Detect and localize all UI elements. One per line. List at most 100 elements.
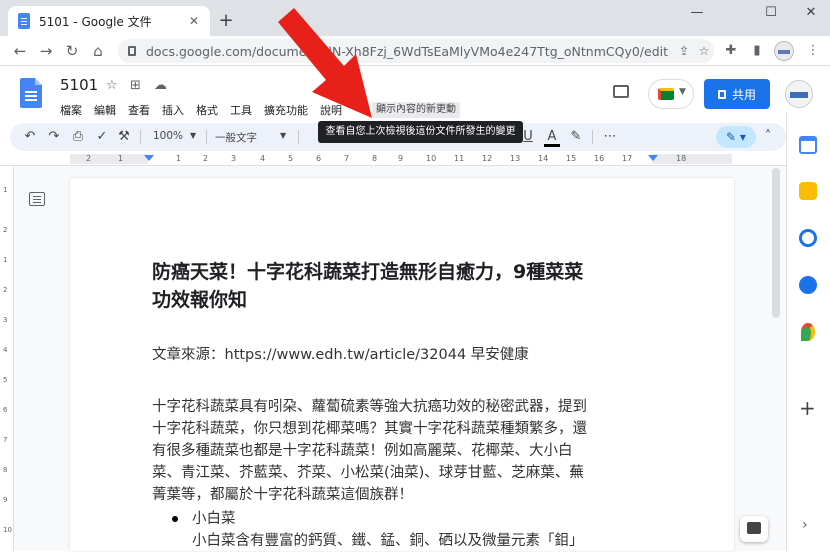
toolbar-divider [206,130,207,144]
horizontal-ruler[interactable]: 2 1 1 2 3 4 5 6 7 8 9 10 11 12 13 14 15 … [0,152,786,166]
explore-icon[interactable] [740,516,768,542]
maps-icon[interactable] [801,323,815,341]
editing-mode-button[interactable]: ✎ ▾ [716,126,756,148]
url-text: docs.google.com/documen wlN-Xh8Fzj_6WdTs… [146,43,669,59]
address-bar[interactable]: docs.google.com/documen wlN-Xh8Fzj_6WdTs… [118,39,714,63]
ruler-number: 3 [3,316,8,324]
cloud-saved-icon[interactable]: ☁ [154,78,167,93]
ruler-number: 9 [398,154,404,163]
undo-icon[interactable]: ↶ [22,129,38,145]
side-panel: + › [786,112,830,551]
style-select[interactable]: 一般文字 [215,130,257,145]
browser-tab[interactable]: 5101 - Google 文件 ✕ [8,6,210,36]
document-page[interactable]: 防癌天菜！十字花科蔬菜打造無形自癒力，9種菜菜 功效報你知 文章來源：https… [70,178,734,551]
vertical-ruler[interactable]: 1 2 1 2 3 4 5 6 7 8 9 10 [0,166,14,551]
source-line[interactable]: 文章來源：https://www.edh.tw/article/32044 早安… [152,344,529,366]
chevron-down-icon[interactable]: ▼ [190,131,196,140]
chevron-up-icon[interactable]: ˄ [760,129,776,145]
comment-history-icon[interactable] [613,85,629,98]
back-icon[interactable]: ← [10,41,30,61]
ruler-number: 8 [3,466,8,474]
menu-help[interactable]: 說明 [320,102,342,118]
paint-format-icon[interactable]: ⚒ [116,129,132,145]
paragraph-line[interactable]: 菁葉等，都屬於十字花科蔬菜這個族群！ [152,484,413,506]
browser-menu-icon[interactable]: ⋮ [804,42,822,60]
document-heading[interactable]: 防癌天菜！十字花科蔬菜打造無形自癒力，9種菜菜 功效報你知 [152,258,662,314]
ruler-number: 11 [454,154,465,163]
heading-line-2: 功效報你知 [152,289,248,311]
ruler-number: 16 [594,154,605,163]
calendar-icon[interactable] [799,136,817,154]
keep-icon[interactable] [799,182,817,200]
chevron-down-icon[interactable]: ▼ [280,131,286,140]
maximize-button[interactable]: ☐ [756,4,786,22]
menu-file[interactable]: 檔案 [60,102,82,118]
paragraph-line[interactable]: 十字花科蔬菜具有吲朶、蘿蔔硫素等強大抗癌功效的秘密武器，提到 [152,396,587,418]
doc-title[interactable]: 5101 [60,76,98,94]
meet-button[interactable]: ▼ [648,79,694,109]
toolbar-divider [592,130,593,144]
side-panel-icon[interactable]: ▮ [748,42,766,60]
zoom-select[interactable]: 100% [153,130,183,142]
extensions-puzzle-icon[interactable]: ✚ [722,42,740,60]
ruler-number: 14 [538,154,549,163]
ruler-number: 2 [3,286,8,294]
ruler-number: 7 [344,154,350,163]
chevron-right-icon[interactable]: › [802,517,808,533]
bullet-text[interactable]: 小白菜含有豐富的鈣質、鐵、錳、銅、硒以及微量元素「鉬」 [192,530,584,552]
add-addon-icon[interactable]: + [799,396,816,420]
ruler-margin-right [652,154,732,164]
share-button[interactable]: 共用 [704,79,770,109]
reload-icon[interactable]: ↻ [62,41,82,61]
ruler-number: 15 [566,154,577,163]
star-icon[interactable]: ☆ [106,78,118,93]
contacts-icon[interactable] [799,276,817,294]
ruler-number: 1 [3,256,8,264]
print-icon[interactable]: ⎙ [70,129,86,145]
chevron-down-icon: ▼ [679,87,686,97]
account-avatar[interactable] [785,80,813,108]
home-icon[interactable]: ⌂ [88,41,108,61]
docs-logo-icon[interactable] [20,78,42,108]
menu-extensions[interactable]: 擴充功能 [264,102,308,118]
minimize-button[interactable]: — [682,4,712,22]
more-options-icon[interactable]: ⋯ [602,129,618,145]
ruler-number: 1 [3,186,8,194]
browser-tab-strip: 5101 - Google 文件 ✕ + — ☐ ✕ [0,0,830,36]
left-indent-marker[interactable] [144,155,154,161]
menu-view[interactable]: 查看 [128,102,150,118]
menu-format[interactable]: 格式 [196,102,218,118]
ruler-number: 5 [3,376,8,384]
browser-profile-avatar[interactable] [774,41,794,61]
paragraph-line[interactable]: 菜、青江菜、芥藍菜、芥菜、小松菜(油菜)、球芽甘藍、芝麻葉、蕪 [152,462,584,484]
move-folder-icon[interactable]: ⊞ [130,78,141,93]
last-edit-hint[interactable]: 顯示內容的新更動 [372,102,460,118]
tab-close-icon[interactable]: ✕ [186,13,202,29]
menu-insert[interactable]: 插入 [162,102,184,118]
ruler-number: 2 [203,154,209,163]
ruler-number: 18 [676,154,687,163]
tasks-icon[interactable] [799,229,817,247]
document-outline-icon[interactable] [29,192,45,206]
toolbar-divider [140,130,141,144]
menu-edit[interactable]: 編輯 [94,102,116,118]
right-indent-marker[interactable] [648,155,658,161]
bullet-title[interactable]: 小白菜 [192,508,236,530]
text-color-icon[interactable]: A [544,129,560,147]
tab-title: 5101 - Google 文件 [39,14,152,29]
share-page-icon[interactable]: ⇪ [674,44,694,58]
forward-icon[interactable]: → [36,41,56,61]
ruler-number: 5 [288,154,294,163]
bookmark-star-icon[interactable]: ☆ [694,44,714,58]
vertical-scrollbar[interactable] [772,168,780,318]
close-window-button[interactable]: ✕ [796,4,826,22]
paragraph-line[interactable]: 十字花科蔬菜，你只想到花椰菜嗎？其實十字花科蔬菜種類繁多，還 [152,418,587,440]
highlight-color-icon[interactable]: ✎ [568,129,584,145]
redo-icon[interactable]: ↷ [46,129,62,145]
paragraph-line[interactable]: 有很多種蔬菜也都是十字花科蔬菜！例如高麗菜、花椰菜、大小白 [152,440,573,462]
spellcheck-icon[interactable]: ✓ [94,129,110,145]
ruler-number: 1 [176,154,182,163]
lock-icon[interactable] [128,46,136,56]
new-tab-button[interactable]: + [216,11,236,31]
menu-tools[interactable]: 工具 [230,102,252,118]
